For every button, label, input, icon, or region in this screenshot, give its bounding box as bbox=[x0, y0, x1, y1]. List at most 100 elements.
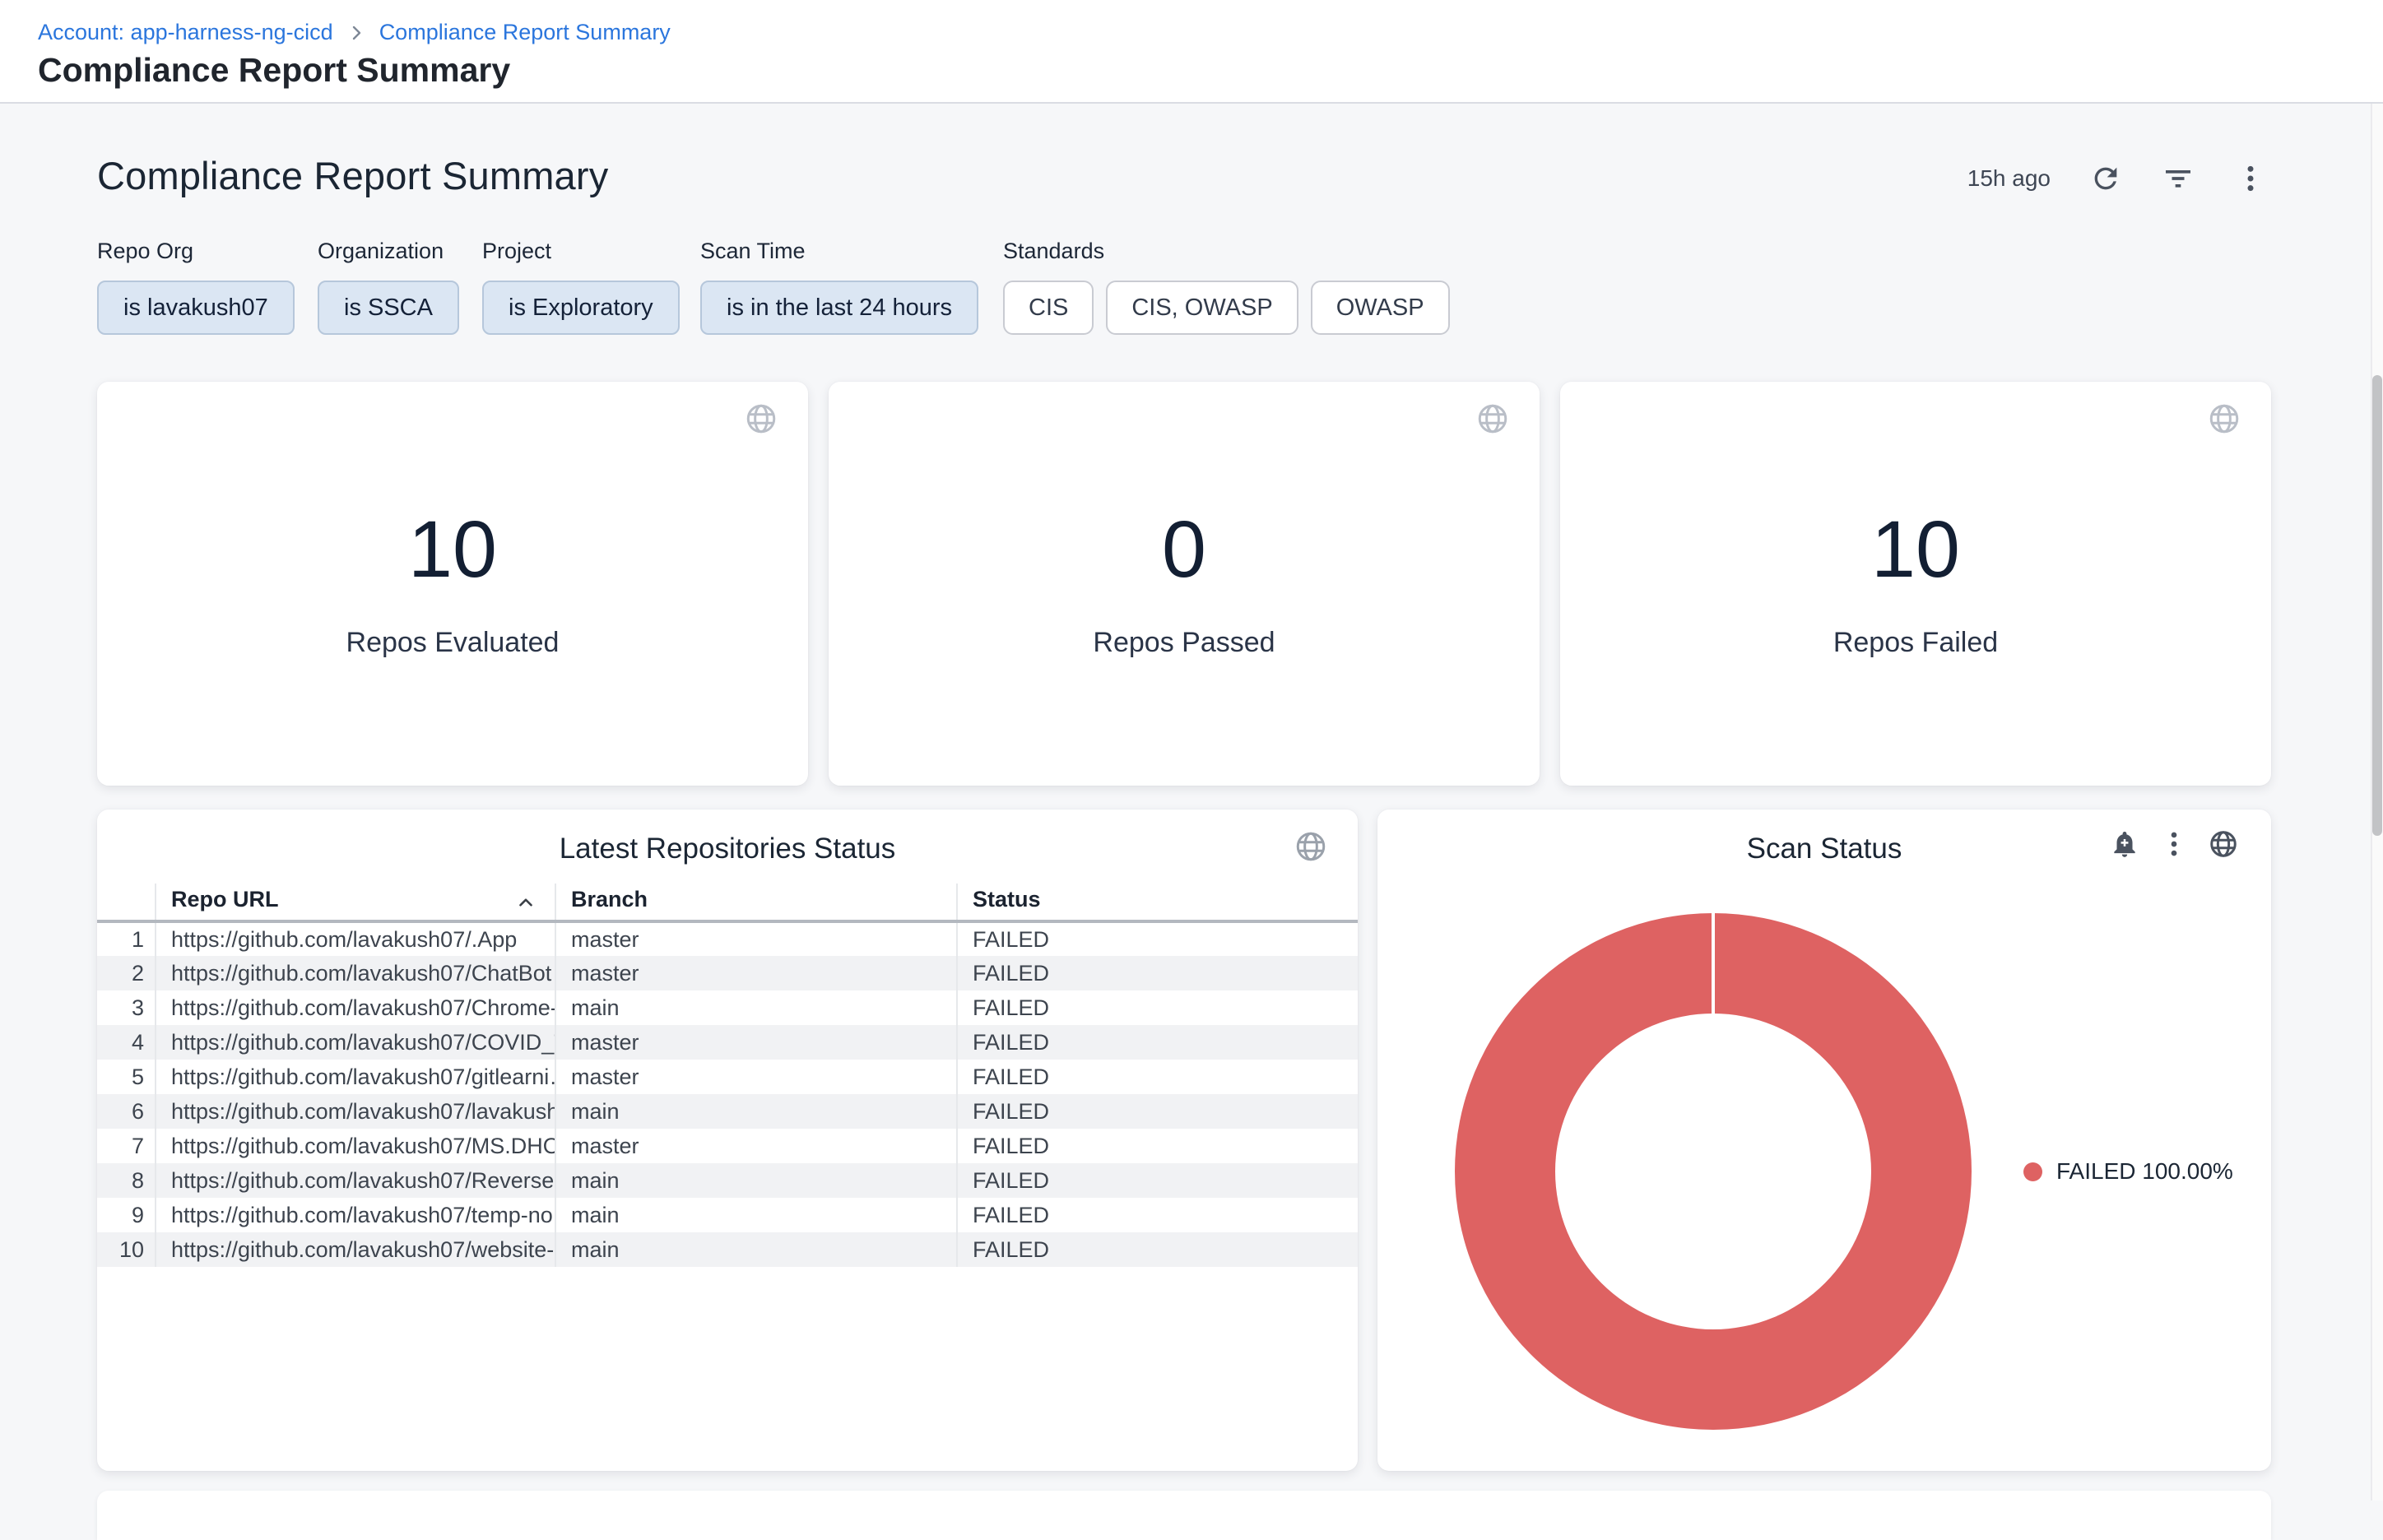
sort-asc-icon bbox=[515, 892, 537, 913]
stat-card-repos-failed: 10 Repos Failed bbox=[1560, 382, 2271, 786]
dashboard-controls: 15h ago bbox=[1967, 161, 2268, 196]
dashboard: Compliance Report Summary 15h ago Repo O… bbox=[97, 104, 2271, 1501]
globe-icon[interactable] bbox=[2207, 828, 2240, 860]
kebab-menu-icon[interactable] bbox=[2233, 161, 2268, 196]
branch-cell: master bbox=[555, 1129, 957, 1163]
repo-url-cell: https://github.com/lavakush07/.App bbox=[156, 921, 555, 956]
stat-cards-row: 10 Repos Evaluated 0 Repos Passed 10 Rep… bbox=[97, 382, 2271, 786]
column-label: Repo URL bbox=[171, 887, 279, 911]
status-cell: FAILED bbox=[957, 1094, 1358, 1129]
chart-legend[interactable]: FAILED 100.00% bbox=[2023, 1158, 2233, 1185]
stat-label: Repos Failed bbox=[1833, 627, 1998, 659]
standards-option-owasp[interactable]: OWASP bbox=[1311, 281, 1450, 335]
donut-hole bbox=[1555, 1014, 1871, 1329]
filter-scan-time: Scan Time is in the last 24 hours bbox=[700, 239, 978, 335]
repo-url-cell: https://github.com/lavakush07/MS.DHO… bbox=[156, 1129, 555, 1163]
filter-chip-project[interactable]: is Exploratory bbox=[482, 281, 680, 335]
branch-cell: main bbox=[555, 1198, 957, 1232]
chevron-right-icon bbox=[346, 23, 366, 43]
repo-url-cell: https://github.com/lavakush07/website-1 bbox=[156, 1232, 555, 1267]
stat-value: 10 bbox=[1871, 509, 1960, 589]
filter-chip-repo-org[interactable]: is lavakush07 bbox=[97, 281, 295, 335]
last-refreshed-label: 15h ago bbox=[1967, 165, 2051, 192]
row-index: 8 bbox=[97, 1163, 156, 1198]
latest-repositories-card: Latest Repositories Status Repo URL Bran… bbox=[97, 809, 1358, 1471]
row-index: 7 bbox=[97, 1129, 156, 1163]
dashboard-title: Compliance Report Summary bbox=[97, 153, 608, 198]
standards-option-cis-owasp[interactable]: CIS, OWASP bbox=[1106, 281, 1298, 335]
legend-swatch-failed bbox=[2023, 1162, 2042, 1181]
table-row: 3https://github.com/lavakush07/Chrome-…m… bbox=[97, 990, 1358, 1025]
branch-cell: master bbox=[555, 956, 957, 990]
repo-table: Repo URL Branch Status 1https://github.c… bbox=[97, 884, 1358, 1267]
status-cell: FAILED bbox=[957, 1232, 1358, 1267]
column-header-status[interactable]: Status bbox=[957, 884, 1358, 921]
repo-url-cell: https://github.com/lavakush07/Reverse-… bbox=[156, 1163, 555, 1198]
row-index: 4 bbox=[97, 1025, 156, 1060]
globe-icon[interactable] bbox=[744, 401, 778, 436]
globe-icon[interactable] bbox=[1475, 401, 1510, 436]
scrollbar-thumb[interactable] bbox=[2372, 375, 2382, 836]
status-cell: FAILED bbox=[957, 1163, 1358, 1198]
legend-label-failed: FAILED 100.00% bbox=[2056, 1158, 2233, 1185]
status-cell: FAILED bbox=[957, 921, 1358, 956]
row-index: 6 bbox=[97, 1094, 156, 1129]
branch-cell: main bbox=[555, 1163, 957, 1198]
refresh-icon[interactable] bbox=[2088, 161, 2123, 196]
status-cell: FAILED bbox=[957, 1025, 1358, 1060]
repo-url-cell: https://github.com/lavakush07/COVID_T… bbox=[156, 1025, 555, 1060]
kebab-menu-icon[interactable] bbox=[2158, 828, 2190, 860]
repo-url-cell: https://github.com/lavakush07/Chrome-… bbox=[156, 990, 555, 1025]
row-index: 9 bbox=[97, 1198, 156, 1232]
breadcrumb-page-link[interactable]: Compliance Report Summary bbox=[379, 20, 671, 45]
status-cell: FAILED bbox=[957, 1060, 1358, 1094]
filter-icon[interactable] bbox=[2161, 161, 2195, 196]
table-card-title: Latest Repositories Status bbox=[97, 809, 1358, 865]
filter-chip-scan-time[interactable]: is in the last 24 hours bbox=[700, 281, 978, 335]
row-index: 2 bbox=[97, 956, 156, 990]
row-index: 1 bbox=[97, 921, 156, 956]
repo-url-cell: https://github.com/lavakush07/temp-no… bbox=[156, 1198, 555, 1232]
scan-card-actions bbox=[2108, 828, 2240, 860]
row-number-header bbox=[97, 884, 156, 921]
filter-chip-organization[interactable]: is SSCA bbox=[318, 281, 459, 335]
globe-icon[interactable] bbox=[2207, 401, 2241, 436]
status-cell: FAILED bbox=[957, 1198, 1358, 1232]
scrollbar-track[interactable] bbox=[2371, 104, 2383, 1501]
filter-label: Project bbox=[482, 239, 680, 264]
branch-cell: master bbox=[555, 1025, 957, 1060]
repo-url-cell: https://github.com/lavakush07/ChatBot bbox=[156, 956, 555, 990]
table-row: 8https://github.com/lavakush07/Reverse-…… bbox=[97, 1163, 1358, 1198]
repo-url-cell: https://github.com/lavakush07/gitlearni… bbox=[156, 1060, 555, 1094]
stat-value: 0 bbox=[1162, 509, 1206, 589]
top-header: Account: app-harness-ng-cicd Compliance … bbox=[0, 0, 2383, 104]
next-card-partial bbox=[97, 1491, 2271, 1540]
row-index: 10 bbox=[97, 1232, 156, 1267]
branch-cell: main bbox=[555, 1094, 957, 1129]
repo-url-cell: https://github.com/lavakush07/lavakush… bbox=[156, 1094, 555, 1129]
branch-cell: main bbox=[555, 1232, 957, 1267]
scan-status-card: Scan Status FAILED 100.00% bbox=[1377, 809, 2271, 1471]
scan-status-donut-chart[interactable] bbox=[1455, 913, 1972, 1430]
stat-label: Repos Evaluated bbox=[346, 627, 560, 659]
page-title: Compliance Report Summary bbox=[38, 51, 510, 90]
alert-bell-icon[interactable] bbox=[2108, 828, 2141, 860]
table-header-row: Repo URL Branch Status bbox=[97, 884, 1358, 921]
breadcrumb-account-link[interactable]: Account: app-harness-ng-cicd bbox=[38, 20, 333, 45]
stat-value: 10 bbox=[408, 509, 497, 589]
filter-project: Project is Exploratory bbox=[482, 239, 680, 335]
filter-standards: Standards CIS CIS, OWASP OWASP bbox=[1003, 239, 1450, 335]
table-row: 7https://github.com/lavakush07/MS.DHO…ma… bbox=[97, 1129, 1358, 1163]
status-cell: FAILED bbox=[957, 956, 1358, 990]
status-cell: FAILED bbox=[957, 990, 1358, 1025]
filter-repo-org: Repo Org is lavakush07 bbox=[97, 239, 295, 335]
repo-table-body: 1https://github.com/lavakush07/.Appmaste… bbox=[97, 921, 1358, 1267]
breadcrumb: Account: app-harness-ng-cicd Compliance … bbox=[38, 20, 671, 45]
globe-icon[interactable] bbox=[1294, 829, 1328, 864]
column-header-branch[interactable]: Branch bbox=[555, 884, 957, 921]
stat-card-repos-evaluated: 10 Repos Evaluated bbox=[97, 382, 808, 786]
column-header-repo-url[interactable]: Repo URL bbox=[156, 884, 555, 921]
branch-cell: main bbox=[555, 990, 957, 1025]
standards-option-cis[interactable]: CIS bbox=[1003, 281, 1094, 335]
filter-label: Scan Time bbox=[700, 239, 978, 264]
